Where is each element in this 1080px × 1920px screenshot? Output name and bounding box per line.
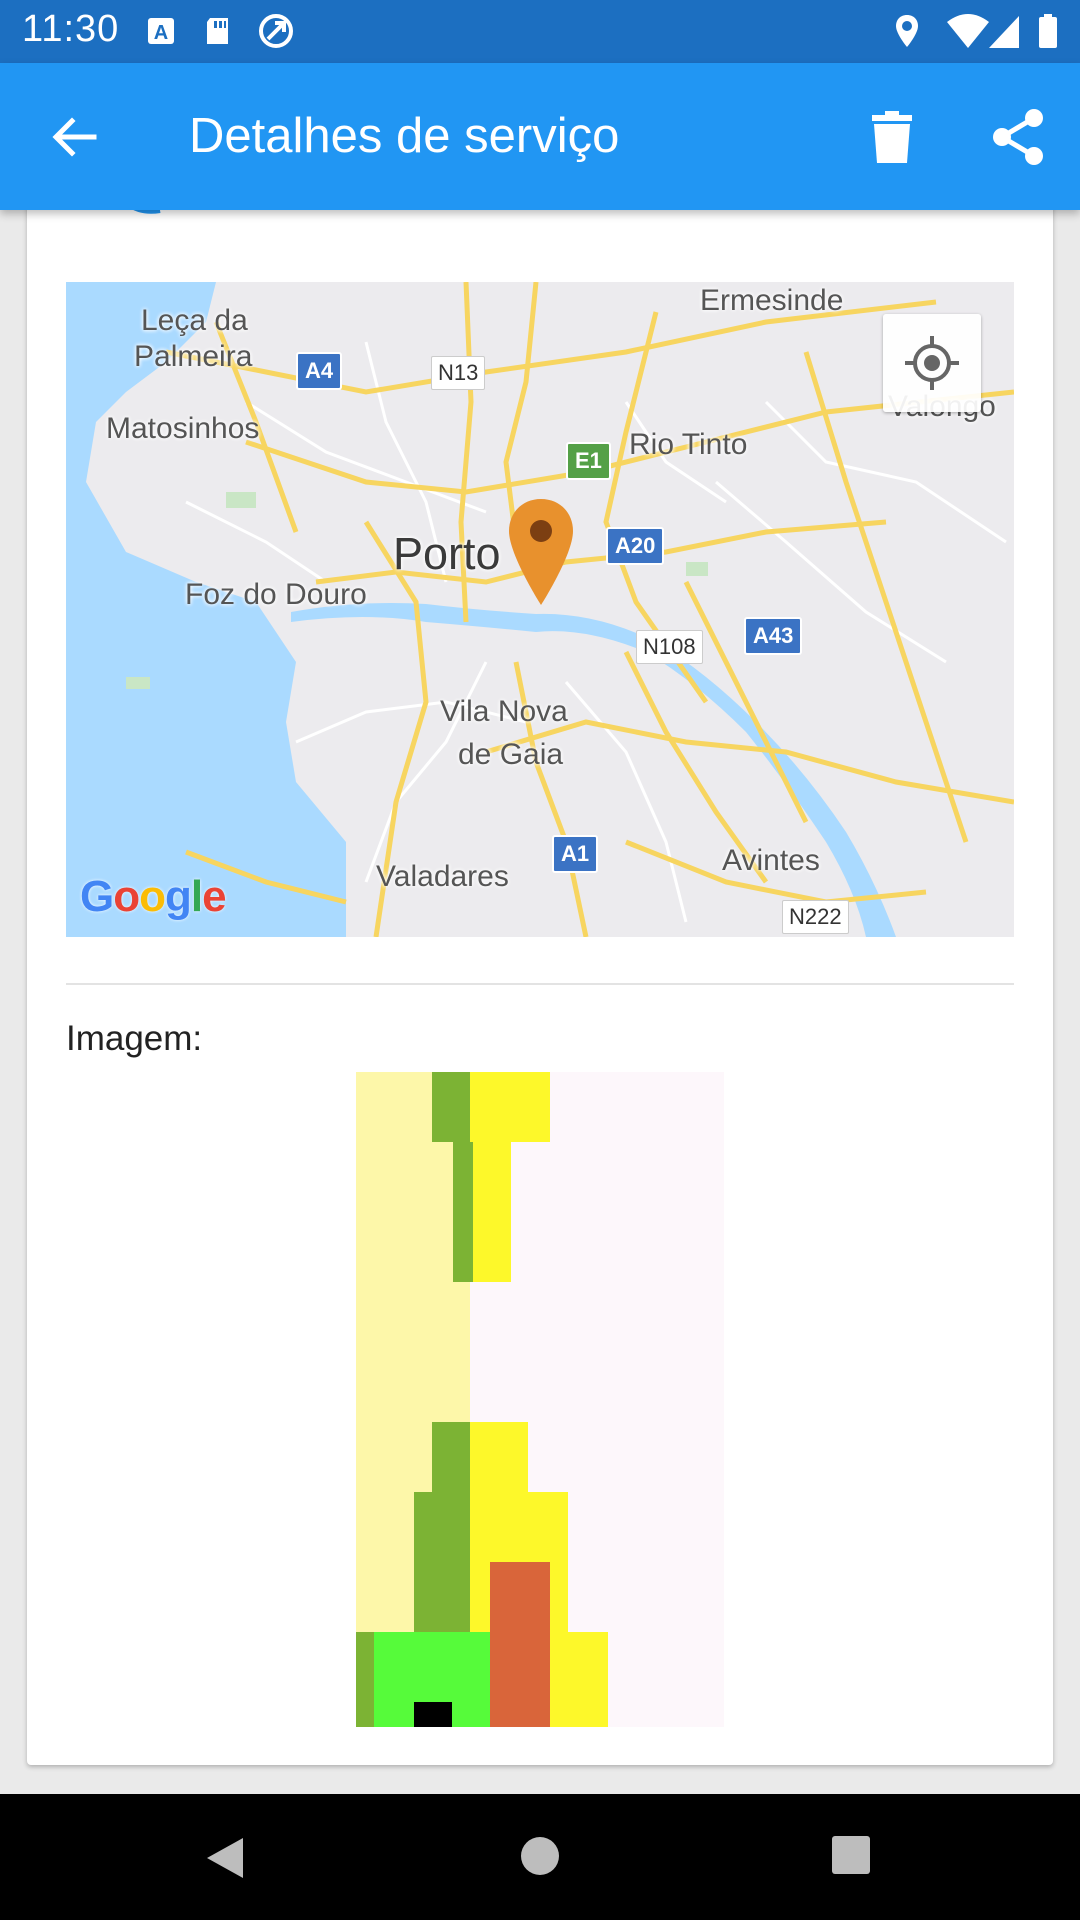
road-shield: A1 (552, 835, 599, 873)
attached-image[interactable] (356, 1072, 724, 1727)
google-logo: Google (80, 872, 227, 921)
app-bar: Detalhes de serviço (0, 63, 1080, 210)
status-bar: 11:30 A (0, 0, 1080, 63)
image-label: Imagem: (66, 1019, 203, 1058)
divider (66, 983, 1014, 985)
map-label: Avintes (722, 844, 820, 877)
map-label: Valadares (376, 860, 509, 893)
map-label: de Gaia (458, 738, 564, 771)
page-title: Detalhes de serviço (189, 109, 620, 163)
trash-icon[interactable] (860, 105, 924, 169)
signal-icon (989, 16, 1019, 48)
map-label: Vila Nova (440, 695, 568, 728)
sync-icon (259, 14, 293, 48)
road-shield: E1 (566, 442, 611, 480)
map-label: Leça da (141, 304, 248, 337)
crosshair-icon (905, 336, 959, 390)
wifi-icon (947, 14, 989, 48)
road-shield: A4 (296, 352, 343, 390)
road-shield: A43 (744, 617, 803, 655)
map-label: Rio Tinto (629, 428, 748, 461)
location-icon (896, 15, 918, 47)
svg-text:A: A (154, 22, 168, 44)
battery-icon (1039, 14, 1057, 48)
home-circle-icon[interactable] (518, 1834, 562, 1878)
map-label: Matosinhos (106, 412, 260, 445)
back-triangle-icon[interactable] (203, 1834, 247, 1882)
map-label: Palmeira (134, 340, 253, 373)
road-tag: N13 (431, 356, 486, 390)
map-label: Foz do Douro (185, 578, 367, 611)
recents-square-icon[interactable] (830, 1834, 872, 1876)
map-label: Ermesinde (700, 284, 844, 317)
map-marker-icon[interactable] (506, 497, 576, 607)
my-location-button[interactable] (883, 314, 981, 412)
map-view[interactable]: Leça da Palmeira Matosinhos Ermesinde Va… (66, 282, 1014, 937)
text-a-icon: A (148, 18, 174, 44)
road-tag: N108 (636, 630, 703, 664)
road-shield: A20 (606, 527, 665, 565)
map-label-city: Porto (393, 528, 501, 579)
road-tag: N222 (782, 900, 849, 934)
sd-card-icon (207, 18, 228, 44)
status-time: 11:30 (22, 8, 120, 50)
share-icon[interactable] (986, 105, 1050, 169)
system-nav-bar (0, 1794, 1080, 1920)
arrow-left-icon[interactable] (42, 105, 106, 169)
